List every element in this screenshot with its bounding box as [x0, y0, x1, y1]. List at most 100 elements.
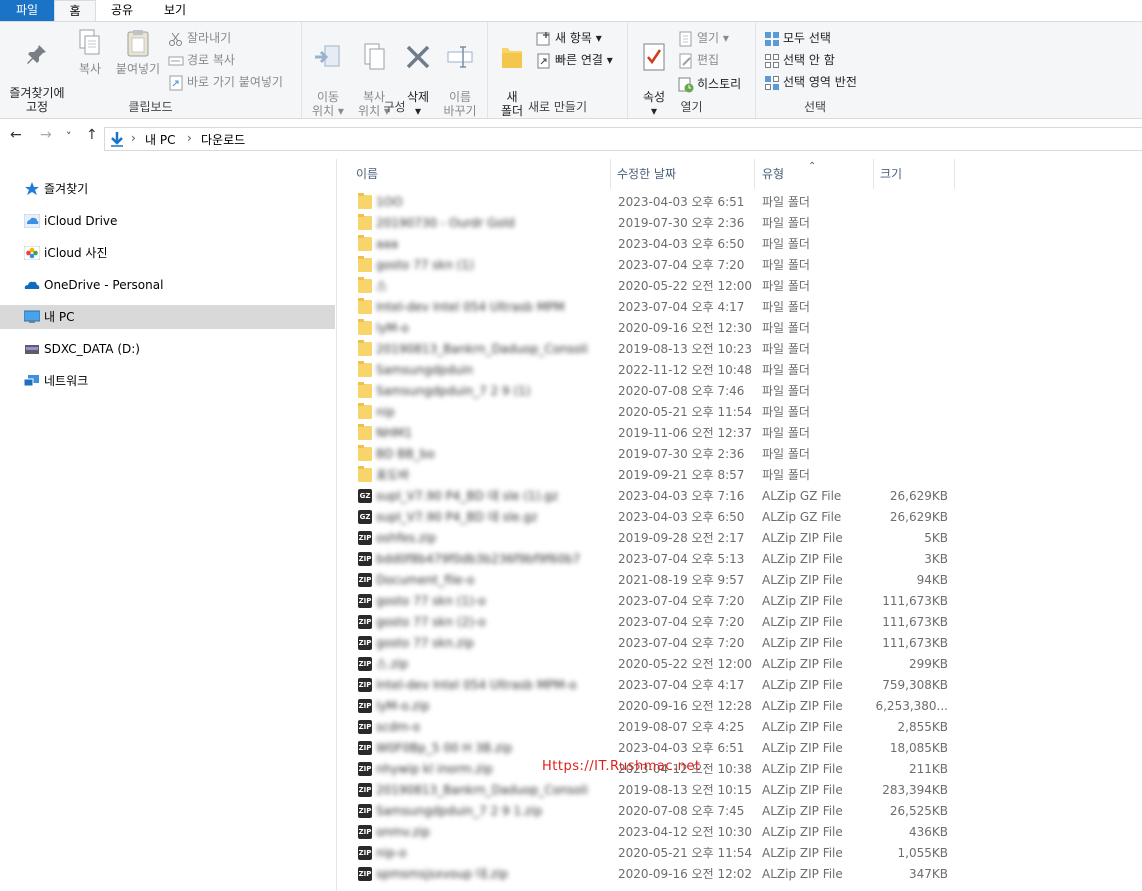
column-divider[interactable]: [954, 159, 955, 189]
edit-button[interactable]: 편집: [678, 50, 719, 70]
file-row[interactable]: Samsungdpduin_7 2 9 (1) 2020-07-08 오후 7:4…: [352, 381, 958, 402]
recent-locations-button[interactable]: ˅: [66, 130, 72, 143]
file-type: 파일 폴더: [762, 237, 810, 251]
select-none-button[interactable]: 선택 안 함: [764, 50, 835, 70]
sidebar-item-sdxc-drive[interactable]: SDXC_DATA (D:): [0, 337, 335, 361]
folder-icon: [358, 361, 372, 377]
column-header-date[interactable]: 수정한 날짜: [617, 163, 676, 189]
column-divider[interactable]: [873, 159, 874, 189]
sidebar-item-icloud-drive[interactable]: iCloud Drive: [0, 209, 335, 233]
file-type: ALZip ZIP File: [762, 804, 843, 818]
tab-view[interactable]: 보기: [152, 0, 198, 22]
file-name-cell: nip: [376, 402, 606, 423]
folder-icon: [358, 466, 372, 482]
zip-archive-icon: ZIP: [358, 657, 372, 671]
file-row[interactable]: ZIP 스.zip 2020-05-22 오전 12:00 ALZip ZIP Fil…: [352, 654, 958, 675]
file-name-cell: 20190813_Bankrn_Daduop_Consoli: [376, 339, 606, 360]
file-row[interactable]: ZIP gosto 77 skn.zip 2023-07-04 오후 7:20 ALZ…: [352, 633, 958, 654]
file-row[interactable]: BD BB_bo 2019-07-30 오후 2:36 파일 폴더: [352, 444, 958, 465]
copy-button[interactable]: 복사: [74, 28, 106, 76]
file-row[interactable]: ZIP 20190813_Bankrn_Daduop_Consoli 2019-08…: [352, 780, 958, 801]
file-size: 3KB: [924, 552, 948, 566]
copy-path-button[interactable]: 경로 복사: [168, 50, 235, 70]
file-date: 2020-07-08 오후 7:45: [618, 804, 745, 818]
file-name: 20190813_Bankrn_Daduop_Consoli: [376, 342, 588, 356]
file-row[interactable]: ZIP scdm-o 2019-08-07 오후 4:25 ALZip ZIP Fil…: [352, 717, 958, 738]
column-divider[interactable]: [754, 159, 755, 189]
file-row[interactable]: ZIP spmsmsjsxvoup 대.zip 2020-09-16 오전 12:0…: [352, 864, 958, 885]
file-row[interactable]: ZIP gosto 77 skn (1)-o 2023-07-04 오후 7:20 A…: [352, 591, 958, 612]
paste-shortcut-button[interactable]: 바로 가기 붙여넣기: [168, 72, 283, 92]
folder-icon: [358, 382, 372, 398]
sidebar-item-network[interactable]: 네트워크: [0, 369, 335, 393]
file-type: ALZip GZ File: [762, 510, 842, 524]
file-row[interactable]: 1OO 2023-04-03 오후 6:51 파일 폴더: [352, 192, 958, 213]
file-type: 파일 폴더: [762, 300, 810, 314]
tab-share[interactable]: 공유: [98, 0, 146, 22]
new-item-button[interactable]: 새 항목 ▾: [536, 28, 602, 48]
file-name: Intel-dev Intel 054 Ultrasb MPM: [376, 300, 565, 314]
sidebar-item-this-pc[interactable]: 내 PC: [0, 305, 335, 329]
file-row[interactable]: Samsungdpduin 2022-11-12 오전 10:48 파일 폴더: [352, 360, 958, 381]
file-row[interactable]: ZIP oshfes.zip 2019-09-28 오전 2:17 ALZip ZIP…: [352, 528, 958, 549]
file-row[interactable]: ааа 2023-04-03 오후 6:50 파일 폴더: [352, 234, 958, 255]
address-bar[interactable]: › 내 PC › 다운로드: [104, 127, 1142, 151]
file-row[interactable]: 표도바 2019-09-21 오후 8:57 파일 폴더: [352, 465, 958, 486]
history-button[interactable]: 히스토리: [678, 74, 741, 94]
select-all-button[interactable]: 모두 선택: [764, 28, 831, 48]
sidebar-item-icloud-photos[interactable]: iCloud 사진: [0, 241, 335, 265]
rename-icon: [447, 46, 473, 68]
file-name: Samsungdpduin: [376, 363, 474, 377]
file-row[interactable]: NHM1 2019-11-06 오전 12:37 파일 폴더: [352, 423, 958, 444]
file-row[interactable]: lyM-o 2020-09-16 오전 12:30 파일 폴더: [352, 318, 958, 339]
file-row[interactable]: 스 2020-05-22 오전 12:00 파일 폴더: [352, 276, 958, 297]
file-row[interactable]: ZIP nip-o 2020-05-21 오후 11:54 ALZip ZIP Fil…: [352, 843, 958, 864]
file-type: ALZip ZIP File: [762, 678, 843, 692]
column-divider[interactable]: [610, 159, 611, 189]
file-row[interactable]: ZIP bdd0f8b479f0db3b236f9bf9f60b7 2023-07-…: [352, 549, 958, 570]
file-name-cell: NHM1: [376, 423, 606, 444]
invert-selection-button[interactable]: 선택 영역 반전: [764, 72, 857, 92]
column-header-type[interactable]: 유형: [762, 163, 784, 189]
file-type: ALZip ZIP File: [762, 846, 843, 860]
file-row[interactable]: ZIP Samsungdpduin_7 2 9 1.zip 2020-07-08 오…: [352, 801, 958, 822]
open-button[interactable]: 열기 ▾: [678, 28, 729, 48]
column-header-name[interactable]: 이름: [356, 163, 378, 189]
tab-file[interactable]: 파일: [0, 0, 54, 22]
file-row[interactable]: Intel-dev Intel 054 Ultrasb MPM 2023-07-0…: [352, 297, 958, 318]
file-row[interactable]: ZIP lyM-o.zip 2020-09-16 오전 12:28 ALZip ZIP…: [352, 696, 958, 717]
edit-icon: [679, 53, 692, 68]
zip-archive-icon: ZIP: [358, 531, 372, 545]
file-type: ALZip ZIP File: [762, 825, 843, 839]
file-row[interactable]: ZIP gosto 77 skn (2)-o 2023-07-04 오후 7:20 A…: [352, 612, 958, 633]
file-type: 파일 폴더: [762, 426, 810, 440]
file-name: gosto 77 skn (1)-o: [376, 594, 486, 608]
file-row[interactable]: GZ supl_V7.90 P4_BD 데 sle (1).gz 2023-04-0…: [352, 486, 958, 507]
file-date: 2019-09-21 오후 8:57: [618, 468, 745, 482]
file-row[interactable]: ZIP Document_file-o 2021-08-19 오후 9:57 ALZi…: [352, 570, 958, 591]
file-row[interactable]: GZ supl_V7.90 P4_BD 데 sle.gz 2023-04-03 오후…: [352, 507, 958, 528]
sidebar-item-quick-access[interactable]: 즐겨찾기: [0, 177, 335, 201]
open-group-label: 열기: [680, 100, 703, 114]
back-button[interactable]: ←: [10, 127, 22, 143]
sidebar-item-onedrive[interactable]: OneDrive - Personal: [0, 273, 335, 297]
file-date: 2023-07-04 오후 7:20: [618, 615, 745, 629]
column-header-size[interactable]: 크기: [880, 163, 902, 189]
tab-home[interactable]: 홈: [54, 0, 96, 22]
breadcrumb-this-pc[interactable]: 내 PC: [145, 131, 175, 148]
paste-button[interactable]: 붙여넣기: [112, 28, 164, 76]
file-row[interactable]: 20190813_Bankrn_Daduop_Consoli 2019-08-13…: [352, 339, 958, 360]
file-row[interactable]: nip 2020-05-21 오후 11:54 파일 폴더: [352, 402, 958, 423]
file-row[interactable]: ZIP W0F0Bp_5 00 H 3B.zip 2023-04-03 오후 6:5…: [352, 738, 958, 759]
breadcrumb-downloads[interactable]: 다운로드: [201, 131, 245, 148]
file-type: ALZip ZIP File: [762, 762, 843, 776]
file-row[interactable]: ZIP Intel-dev Intel 054 Ultrasb MPM-o 2023…: [352, 675, 958, 696]
file-row[interactable]: gosto 77 skn (1) 2023-07-04 오후 7:20 파일 폴더: [352, 255, 958, 276]
up-button[interactable]: ↑: [86, 127, 98, 143]
file-row[interactable]: ZIP onmv.zip 2023-04-12 오전 10:30 ALZip ZIP …: [352, 822, 958, 843]
cut-button[interactable]: 잘라내기: [168, 28, 231, 48]
file-row[interactable]: 20190730 - Ourdr Gold 2019-07-30 오후 2:36 파…: [352, 213, 958, 234]
file-name-cell: ааа: [376, 234, 606, 255]
easy-access-button[interactable]: 빠른 연결 ▾: [536, 50, 613, 70]
forward-button[interactable]: →: [40, 127, 52, 143]
